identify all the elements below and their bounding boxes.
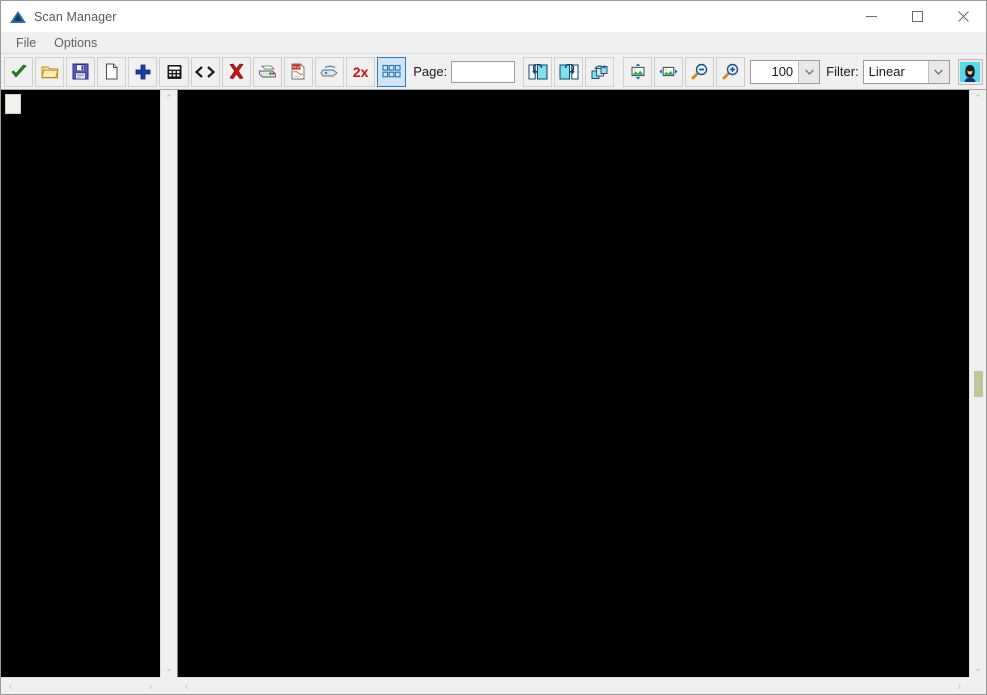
magnifier-minus-icon xyxy=(691,63,707,80)
blank-page-icon xyxy=(106,63,118,80)
page-label: Page: xyxy=(413,64,448,79)
scroll-right-icon[interactable]: › xyxy=(953,680,966,693)
minimize-icon[interactable] xyxy=(848,1,894,32)
zoom-in-button[interactable] xyxy=(716,56,746,87)
new-page-button[interactable] xyxy=(97,56,127,87)
rotate-left-icon xyxy=(528,63,548,79)
thumbnails-button[interactable] xyxy=(377,56,407,87)
thumbnail-pane-row: ⌃ ⌄ xyxy=(1,90,177,677)
zoom-out-button[interactable] xyxy=(685,56,715,87)
viewer-pane-row: ⌃ ⌄ xyxy=(178,90,986,677)
fax-button[interactable] xyxy=(314,56,345,87)
list-item[interactable] xyxy=(5,94,21,114)
rotate-right-icon xyxy=(559,63,579,79)
thumbnail-vertical-scrollbar[interactable]: ⌃ ⌄ xyxy=(160,90,177,677)
open-folder-icon xyxy=(41,66,59,78)
scan-device-button[interactable] xyxy=(159,56,189,87)
green-check-icon xyxy=(11,64,27,78)
red-x-icon xyxy=(229,63,244,80)
fit-width-icon xyxy=(659,66,678,77)
fit-height-button[interactable] xyxy=(623,56,653,87)
image-viewer-pane: ⌃ ⌄ xyxy=(177,90,986,677)
save-button[interactable] xyxy=(66,56,96,87)
filter-label: Filter: xyxy=(826,64,859,79)
zoom-level-value: 100 xyxy=(771,64,794,79)
print-button[interactable] xyxy=(252,56,282,87)
add-page-button[interactable] xyxy=(128,56,158,87)
viewer-horizontal-scrollbar[interactable]: ‹ › xyxy=(177,677,969,694)
portrait-thumbnail-icon xyxy=(960,61,981,82)
chevron-down-icon[interactable] xyxy=(927,60,949,83)
angle-brackets-icon xyxy=(195,65,216,78)
bottom-scrollbar-row: ‹ › ‹ › xyxy=(1,677,986,694)
filter-value: Linear xyxy=(868,64,905,79)
scroll-down-icon[interactable]: ⌄ xyxy=(163,662,176,675)
zoom-level-select[interactable]: 100 xyxy=(750,59,821,84)
pdf-export-icon: PDF xyxy=(291,63,305,80)
toolbar: PDF 2x Page: 100 Filter: Linear xyxy=(1,54,986,90)
two-x-button[interactable]: 2x xyxy=(346,56,376,87)
export-pdf-button[interactable]: PDF xyxy=(283,56,313,87)
scrollbar-corner xyxy=(160,677,177,694)
chevron-down-icon[interactable] xyxy=(798,60,820,83)
rotate-right-button[interactable] xyxy=(554,56,584,87)
title-bar: Scan Manager xyxy=(1,1,986,32)
window-title: Scan Manager xyxy=(34,9,117,24)
fit-width-button[interactable] xyxy=(654,56,684,87)
scan-manager-logo-icon xyxy=(10,9,26,25)
maximize-icon[interactable] xyxy=(894,1,940,32)
image-canvas[interactable] xyxy=(178,90,969,677)
thumbnail-pane: ⌃ ⌄ xyxy=(1,90,177,677)
svg-text:PDF: PDF xyxy=(293,65,302,70)
scroll-up-icon[interactable]: ⌃ xyxy=(163,92,176,105)
menu-item-file[interactable]: File xyxy=(7,34,45,52)
rotate-left-button[interactable] xyxy=(522,56,553,87)
scanner-device-icon xyxy=(167,64,182,79)
fit-height-icon xyxy=(631,63,645,80)
floppy-save-icon xyxy=(72,63,89,80)
viewer-vertical-scrollbar[interactable]: ⌃ ⌄ xyxy=(969,90,986,677)
accept-button[interactable] xyxy=(4,56,34,87)
page-input[interactable] xyxy=(451,60,516,83)
open-button[interactable] xyxy=(35,56,65,87)
content-area: ⌃ ⌄ ⌃ ⌄ xyxy=(1,90,986,677)
thumbnail-canvas[interactable] xyxy=(1,90,160,677)
printer-icon xyxy=(258,65,276,77)
application-window: Scan Manager File Options PDF 2x Page: 1… xyxy=(0,0,987,695)
filter-select[interactable]: Linear xyxy=(862,59,950,84)
scroll-right-icon[interactable]: › xyxy=(144,680,157,693)
scroll-left-icon[interactable]: ‹ xyxy=(180,680,193,693)
delete-button[interactable] xyxy=(221,56,251,87)
scroll-left-icon[interactable]: ‹ xyxy=(4,680,17,693)
grid-thumbnails-icon xyxy=(382,64,401,78)
window-controls xyxy=(848,1,986,32)
menu-bar: File Options xyxy=(1,32,986,54)
thumbnail-horizontal-scrollbar[interactable]: ‹ › xyxy=(1,677,160,694)
image-preview-button[interactable] xyxy=(957,58,983,85)
scroll-down-icon[interactable]: ⌄ xyxy=(972,662,985,675)
magnifier-plus-icon xyxy=(722,63,739,80)
scrollbar-thumb[interactable] xyxy=(973,370,983,397)
scrollbar-corner-right xyxy=(969,677,986,694)
rotate-all-pages-icon xyxy=(591,64,608,79)
source-code-button[interactable] xyxy=(190,56,220,87)
rotate-all-button[interactable] xyxy=(585,56,615,87)
blue-plus-icon xyxy=(135,64,151,79)
fax-send-icon xyxy=(320,65,338,77)
close-icon[interactable] xyxy=(940,1,986,32)
menu-item-options[interactable]: Options xyxy=(45,34,106,52)
scroll-up-icon[interactable]: ⌃ xyxy=(972,92,985,105)
two-x-label: 2x xyxy=(352,63,369,80)
